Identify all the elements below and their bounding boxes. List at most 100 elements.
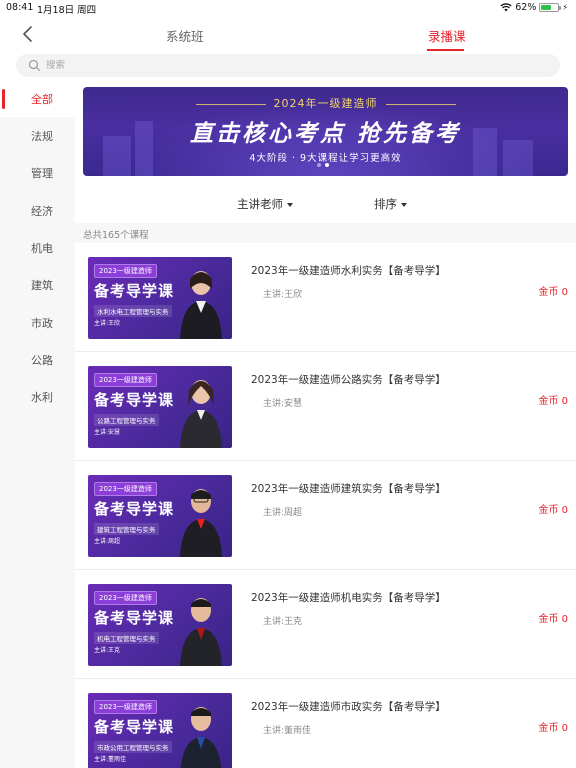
charging-icon: ⚡ [562,3,568,12]
thumb-badge: 2023一级建造师 [94,264,157,278]
search-input[interactable] [46,57,346,74]
sidebar-item-construction[interactable]: 建筑 [0,267,75,303]
course-item[interactable]: 2023一级建造师 备考导学课 机电工程管理与实务 主讲:王克 2023年一级建… [75,570,576,679]
thumb-subject: 建筑工程管理与实务 [94,523,159,535]
sidebar-item-water[interactable]: 水利 [0,379,75,415]
course-count-bar: 总共165个课程 [75,223,576,243]
battery-icon [539,3,562,12]
course-thumbnail: 2023一级建造师 备考导学课 公路工程管理与实务 主讲:安慧 [88,366,232,448]
teacher-photo [180,380,222,448]
course-title: 2023年一级建造师机电实务【备考导学】 [251,592,446,604]
sidebar-item-label: 经济 [31,205,53,218]
thumb-subject: 机电工程管理与实务 [94,632,159,644]
teacher-filter[interactable]: 主讲老师 [237,196,293,212]
status-date: 1月18日 周四 [37,5,97,16]
status-bar: 08:41 1月18日 周四 62% ⚡ [0,0,576,16]
sidebar-item-management[interactable]: 管理 [0,155,75,191]
course-item[interactable]: 2023一级建造师 备考导学课 水利水电工程管理与实务 主讲:王欣 2023年一… [75,243,576,352]
carousel-dot[interactable] [317,163,321,167]
sort-filter[interactable]: 排序 [374,196,407,212]
thumb-badge: 2023一级建造师 [94,373,157,387]
thumb-teacher: 主讲:安慧 [94,429,121,436]
banner-subtitle: 2024年一级建造师 [83,95,568,111]
thumb-title: 备考导学课 [94,609,175,627]
course-thumbnail: 2023一级建造师 备考导学课 水利水电工程管理与实务 主讲:王欣 [88,257,232,339]
sidebar-item-label: 全部 [31,93,53,106]
sort-filter-label: 排序 [374,197,397,211]
thumb-teacher: 主讲:董雨佳 [94,756,127,763]
thumb-badge: 2023一级建造师 [94,700,157,714]
tab-recorded-course[interactable]: 录播课 [428,26,466,45]
course-price: 金币 0 [538,505,568,516]
course-price: 金币 0 [538,396,568,407]
category-sidebar: 全部 法规 管理 经济 机电 建筑 市政 公路 水利 [0,81,75,768]
sidebar-item-label: 水利 [31,391,53,404]
back-icon[interactable] [20,24,36,44]
search-bar[interactable] [16,54,560,77]
sidebar-item-regulations[interactable]: 法规 [0,118,75,154]
thumb-subject: 水利水电工程管理与实务 [94,305,172,317]
teacher-photo [180,271,222,339]
thumb-badge: 2023一级建造师 [94,591,157,605]
thumb-subject: 公路工程管理与实务 [94,414,159,426]
promo-banner[interactable]: 2024年一级建造师 直击核心考点 抢先备考 4大阶段 · 9大课程让学习更高效 [83,87,568,176]
course-title: 2023年一级建造师市政实务【备考导学】 [251,701,446,713]
course-thumbnail: 2023一级建造师 备考导学课 建筑工程管理与实务 主讲:周超 [88,475,232,557]
teacher-photo [180,707,222,768]
course-price: 金币 0 [538,614,568,625]
sidebar-item-label: 建筑 [31,279,53,292]
course-title: 2023年一级建造师建筑实务【备考导学】 [251,483,446,495]
carousel-dots [317,163,329,167]
course-teacher: 主讲:王克 [263,617,303,627]
nav-bar: 系统班 录播课 [0,16,576,52]
teacher-photo [180,598,222,666]
banner-tagline: 4大阶段 · 9大课程让学习更高效 [249,153,402,164]
sidebar-item-label: 公路 [31,354,53,367]
teacher-filter-label: 主讲老师 [237,197,283,211]
carousel-dot-active[interactable] [325,163,329,167]
caret-down-icon [287,202,293,207]
thumb-title: 备考导学课 [94,282,175,300]
course-price: 金币 0 [538,287,568,298]
course-teacher: 主讲:安慧 [263,399,303,409]
active-tab-indicator [427,49,464,51]
status-time: 08:41 [6,2,34,13]
wifi-icon [500,3,512,12]
course-title: 2023年一级建造师水利实务【备考导学】 [251,265,446,277]
course-count: 总共165个课程 [83,230,149,241]
sidebar-item-label: 法规 [31,130,53,143]
course-thumbnail: 2023一级建造师 备考导学课 机电工程管理与实务 主讲:王克 [88,584,232,666]
course-title: 2023年一级建造师公路实务【备考导学】 [251,374,446,386]
sidebar-item-highway[interactable]: 公路 [0,342,75,378]
course-price: 金币 0 [538,723,568,734]
sidebar-item-mechanical[interactable]: 机电 [0,230,75,266]
course-item[interactable]: 2023一级建造师 备考导学课 建筑工程管理与实务 主讲:周超 2023年一级建… [75,461,576,570]
thumb-teacher: 主讲:周超 [94,538,121,545]
thumb-title: 备考导学课 [94,391,175,409]
status-right: 62% ⚡ [500,2,568,13]
search-icon [28,59,41,72]
sidebar-item-label: 管理 [31,167,53,180]
teacher-photo [180,489,222,557]
sidebar-item-label: 机电 [31,242,53,255]
thumb-teacher: 主讲:王欣 [94,320,121,327]
tab-system-class[interactable]: 系统班 [166,26,204,45]
banner-headline: 直击核心考点 抢先备考 [189,120,461,147]
caret-down-icon [401,202,407,207]
thumb-title: 备考导学课 [94,718,175,736]
course-teacher: 主讲:董雨佳 [263,726,312,736]
thumb-teacher: 主讲:王克 [94,647,121,654]
course-teacher: 主讲:周超 [263,508,303,518]
sidebar-item-all[interactable]: 全部 [0,81,75,117]
course-thumbnail: 2023一级建造师 备考导学课 市政公用工程管理与实务 主讲:董雨佳 [88,693,232,768]
battery-percent: 62% [515,2,537,13]
course-item[interactable]: 2023一级建造师 备考导学课 市政公用工程管理与实务 主讲:董雨佳 2023年… [75,679,576,768]
course-item[interactable]: 2023一级建造师 备考导学课 公路工程管理与实务 主讲:安慧 2023年一级建… [75,352,576,461]
sidebar-item-label: 市政 [31,317,53,330]
sidebar-item-municipal[interactable]: 市政 [0,305,75,341]
thumb-title: 备考导学课 [94,500,175,518]
thumb-subject: 市政公用工程管理与实务 [94,741,172,753]
course-teacher: 主讲:王欣 [263,290,303,300]
thumb-badge: 2023一级建造师 [94,482,157,496]
sidebar-item-economy[interactable]: 经济 [0,193,75,229]
